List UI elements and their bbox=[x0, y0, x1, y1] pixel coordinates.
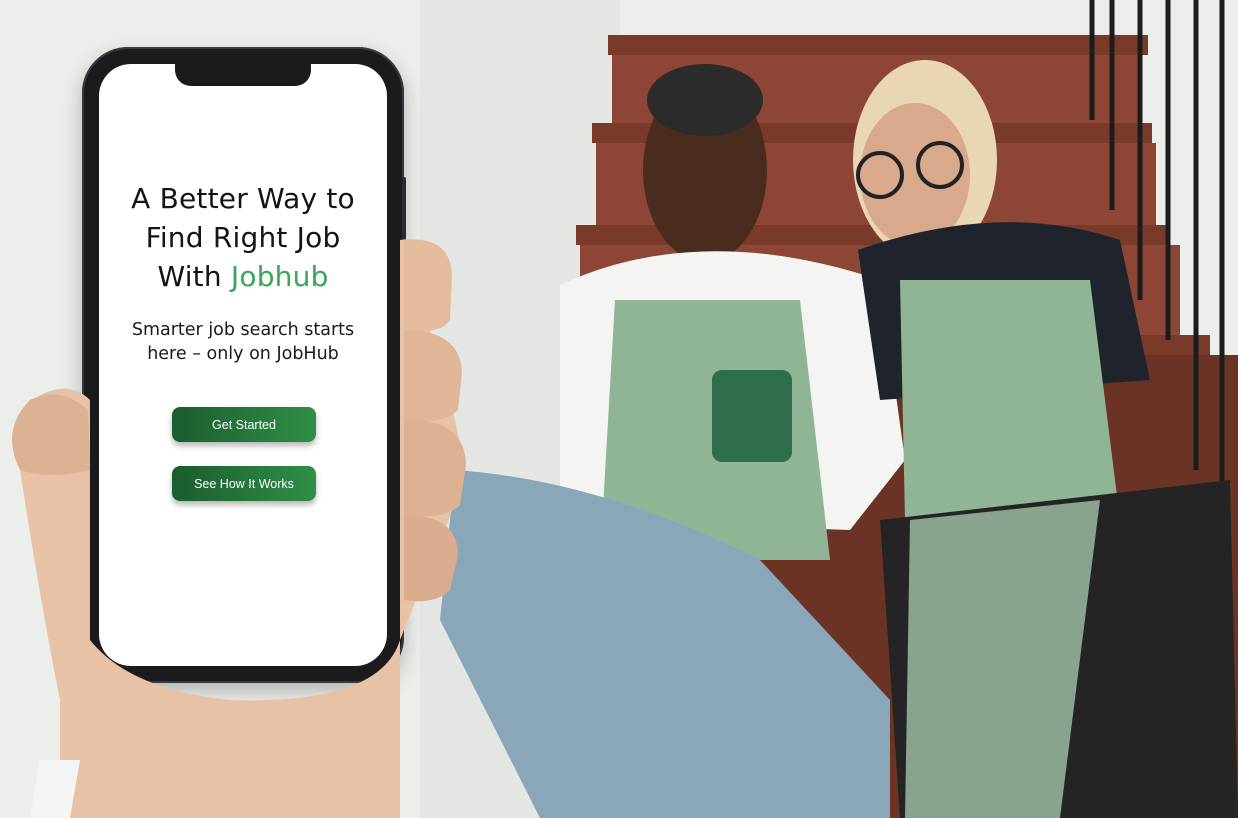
phone-screen: A Better Way to Find Right Job With Jobh… bbox=[99, 64, 387, 666]
headline-line-1: A Better Way to bbox=[131, 181, 355, 215]
phone-notch-icon bbox=[175, 64, 311, 86]
headline-brand: Jobhub bbox=[230, 259, 329, 293]
get-started-button[interactable]: Get Started bbox=[172, 407, 316, 442]
hero-stage: A Better Way to Find Right Job With Jobh… bbox=[0, 0, 1238, 818]
headline-line-3-prefix: With bbox=[157, 259, 231, 293]
hero-headline: A Better Way to Find Right Job With Jobh… bbox=[99, 179, 387, 296]
headline-line-2: Find Right Job bbox=[145, 220, 341, 254]
phone-power-button bbox=[402, 177, 406, 247]
see-how-it-works-button[interactable]: See How It Works bbox=[172, 466, 316, 501]
hero-subtext: Smarter job search starts here – only on… bbox=[131, 319, 355, 364]
phone-mockup: A Better Way to Find Right Job With Jobh… bbox=[82, 47, 406, 683]
